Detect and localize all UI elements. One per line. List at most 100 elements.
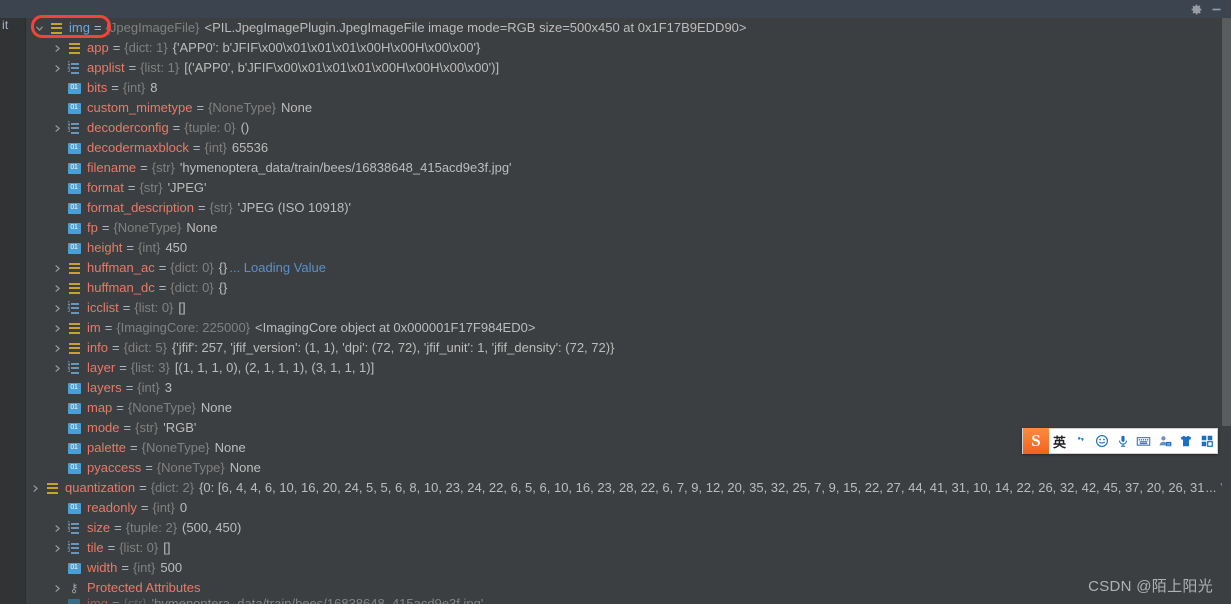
variable-row[interactable]: 1 2 3 applist = {list: 1} [('APP0', b'JFIF\x00… [27, 58, 1222, 78]
variable-row[interactable]: 01 bits = {int} 8 [27, 78, 1222, 98]
variable-value: (500, 450) [182, 520, 242, 535]
variable-row[interactable]: ⚷ Protected Attributes [27, 578, 1222, 598]
equals-sign: = [112, 40, 121, 55]
expand-arrow-down-icon[interactable] [31, 18, 48, 38]
dict-type-icon [48, 20, 64, 36]
variable-value: 'hymenoptera_data/train/bees/16838648_41… [179, 160, 512, 175]
loading-value-label[interactable]: ... Loading Value [229, 258, 326, 278]
ime-lang-toggle[interactable]: 英 [1049, 428, 1070, 454]
variable-row[interactable]: huffman_ac = {dict: 0} {}... Loading Value [27, 258, 1222, 278]
equals-sign: = [93, 20, 102, 35]
variable-name: huffman_dc [87, 280, 155, 295]
variable-row[interactable]: 01 format_description = {str} 'JPEG (ISO 109… [27, 198, 1222, 218]
variable-row[interactable]: 1 2 3 size = {tuple: 2} (500, 450) [27, 518, 1222, 538]
variable-value: 'hymenoptera_data/train/bees/16838648_41… [152, 598, 484, 604]
left-tool-strip[interactable]: it [0, 18, 26, 604]
variable-name: palette [87, 440, 127, 455]
ime-skin-icon[interactable] [1175, 428, 1196, 454]
variable-row[interactable]: quantization = {dict: 2} {0: [6, 4, 4, 6, 1… [27, 478, 1222, 498]
expand-arrow-right-icon[interactable] [49, 258, 66, 278]
expand-arrow-right-icon[interactable] [49, 538, 66, 558]
ime-soft-keyboard-icon[interactable] [1133, 428, 1154, 454]
dict-type-icon [66, 340, 82, 356]
variable-row[interactable]: 1 2 3 decoderconfig = {tuple: 0} () [27, 118, 1222, 138]
variable-row[interactable]: 1 2 3 tile = {list: 0} [] [27, 538, 1222, 558]
variables-tree-panel[interactable]: img = {JpegImageFile} <PIL.JpegImagePlugin.… [27, 18, 1222, 604]
variable-value: <PIL.JpegImagePlugin.JpegImageFile image… [204, 20, 747, 35]
variable-row[interactable]: 01 decodermaxblock = {int} 65536 [27, 138, 1222, 158]
csdn-watermark: CSDN @陌上阳光 [1088, 578, 1213, 595]
variable-type: {tuple: 0} [184, 120, 236, 135]
variable-row[interactable]: 01 readonly = {int} 0 [27, 498, 1222, 518]
variable-name: info [87, 340, 108, 355]
expand-arrow-right-icon[interactable] [49, 578, 66, 598]
expand-arrow-right-icon [49, 438, 66, 458]
variable-name: map [87, 400, 113, 415]
equals-sign: = [140, 160, 148, 175]
expand-arrow-right-icon[interactable] [49, 38, 66, 58]
variable-row[interactable]: 01 map = {NoneType} None [27, 398, 1222, 418]
variable-row[interactable]: huffman_dc = {dict: 0} {} [27, 278, 1222, 298]
variable-row[interactable]: 01 filename = {str} 'hymenoptera_data/train/… [27, 158, 1222, 178]
equals-sign: = [111, 80, 119, 95]
vertical-scrollbar-track[interactable] [1222, 18, 1231, 604]
expand-arrow-right-icon[interactable] [49, 118, 66, 138]
variable-value: <ImagingCore object at 0x000001F17F984ED… [255, 320, 536, 335]
expand-arrow-right-icon[interactable] [49, 518, 66, 538]
variable-row[interactable]: 01 custom_mimetype = {NoneType} None [27, 98, 1222, 118]
primitive-type-icon: 01 [66, 560, 82, 576]
variable-name: layer [87, 360, 116, 375]
variable-row[interactable]: info = {dict: 5} {'jfif': 257, 'jfif_versio… [27, 338, 1222, 358]
hide-panel-icon[interactable] [1207, 1, 1225, 17]
variable-name: decoderconfig [87, 120, 169, 135]
ime-toolbox-icon[interactable] [1196, 428, 1217, 454]
equals-sign: = [139, 480, 147, 495]
variable-type: {NoneType} [141, 440, 210, 455]
variable-type: {list: 0} [119, 540, 159, 555]
list-type-icon: 123 [66, 520, 82, 536]
vertical-scrollbar-thumb[interactable] [1222, 18, 1231, 426]
expand-arrow-right-icon[interactable] [49, 358, 66, 378]
ime-emoji-icon[interactable] [1091, 428, 1112, 454]
sogou-ime-toolbar[interactable]: S 英 31 [1022, 428, 1218, 454]
ime-punctuation-icon[interactable] [1070, 428, 1091, 454]
variable-row[interactable]: im = {ImagingCore: 225000} <ImagingCore obj… [27, 318, 1222, 338]
variable-value: 8 [150, 80, 158, 95]
variable-name: pyaccess [87, 460, 142, 475]
variable-row[interactable]: 01 format = {str} 'JPEG' [27, 178, 1222, 198]
variable-name: tile [87, 540, 104, 555]
variable-row[interactable]: 01 fp = {NoneType} None [27, 218, 1222, 238]
expand-arrow-right-icon [49, 458, 66, 478]
expand-arrow-right-icon[interactable] [49, 58, 66, 78]
variable-row[interactable]: img = {JpegImageFile} <PIL.JpegImagePlugin.… [27, 18, 1222, 38]
variable-value: 'JPEG (ISO 10918)' [237, 200, 352, 215]
expand-arrow-right-icon[interactable] [49, 278, 66, 298]
expand-arrow-right-icon[interactable] [27, 478, 44, 498]
variable-row[interactable]: app = {dict: 1} {'APP0': b'JFIF\x00\x01\x01… [27, 38, 1222, 58]
settings-gear-icon[interactable] [1187, 1, 1205, 17]
variable-name: height [87, 240, 123, 255]
variable-row[interactable]: 01 width = {int} 500 [27, 558, 1222, 578]
expand-arrow-right-icon[interactable] [49, 298, 66, 318]
variable-value: 3 [164, 380, 172, 395]
sogou-logo-icon[interactable]: S [1023, 428, 1049, 454]
variable-row[interactable]: 1 2 3 icclist = {list: 0} [] [27, 298, 1222, 318]
ime-user-dict-icon[interactable]: 31 [1154, 428, 1175, 454]
expand-arrow-right-icon [49, 98, 66, 118]
variable-row[interactable]: 01 layers = {int} 3 [27, 378, 1222, 398]
variable-row[interactable]: 1 2 3 layer = {list: 3} [(1, 1, 1, 0), (2, 1, … [27, 358, 1222, 378]
expand-arrow-right-icon[interactable] [49, 318, 66, 338]
variable-row[interactable]: 01 height = {int} 450 [27, 238, 1222, 258]
ime-voice-input-icon[interactable] [1112, 428, 1133, 454]
equals-sign: = [119, 360, 127, 375]
primitive-type-icon: 01 [66, 200, 82, 216]
variable-value: [('APP0', b'JFIF\x00\x01\x01\x01\x00H\x0… [184, 60, 500, 75]
variable-row[interactable]: 01 pyaccess = {NoneType} None [27, 458, 1222, 478]
variable-name: img [69, 20, 90, 35]
variable-row[interactable]: img = {str} 'hymenoptera_data/train/bees/16… [27, 598, 1222, 604]
variable-value: None [186, 220, 218, 235]
variable-name: applist [87, 60, 125, 75]
expand-arrow-right-icon[interactable] [49, 338, 66, 358]
equals-sign: = [127, 180, 136, 195]
value-truncation-ellipsis: ... [1205, 480, 1217, 495]
